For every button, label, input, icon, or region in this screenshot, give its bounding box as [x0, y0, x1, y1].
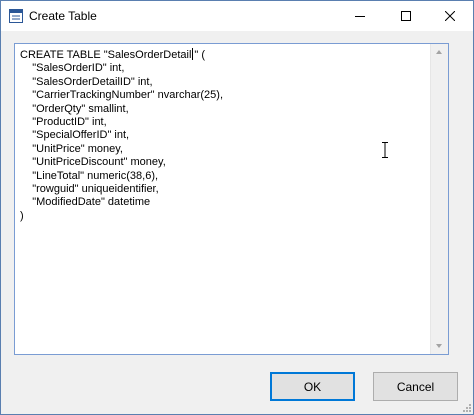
sql-text[interactable]: CREATE TABLE "SalesOrderDetail " ( "Sales… — [20, 48, 223, 223]
scroll-up-arrow-icon[interactable] — [436, 50, 442, 54]
app-icon — [9, 9, 23, 23]
cancel-button[interactable]: Cancel — [373, 372, 458, 401]
title-bar[interactable]: Create Table — [1, 1, 473, 31]
sql-text-before-caret: CREATE TABLE "SalesOrderDetail — [20, 49, 192, 61]
maximize-button[interactable] — [383, 1, 429, 31]
window-title: Create Table — [29, 9, 97, 23]
scroll-down-arrow-icon[interactable] — [436, 344, 442, 348]
minimize-button[interactable] — [337, 1, 383, 31]
close-icon — [445, 11, 455, 21]
sql-editor[interactable]: CREATE TABLE "SalesOrderDetail " ( "Sales… — [14, 43, 449, 355]
create-table-dialog: Create Table CREATE TABLE "SalesOrderDet… — [0, 0, 474, 415]
maximize-icon — [401, 11, 411, 21]
ibeam-cursor-icon — [382, 142, 388, 158]
ok-button[interactable]: OK — [270, 372, 355, 401]
close-button[interactable] — [427, 1, 473, 31]
minimize-icon — [355, 16, 365, 17]
sql-text-after-caret: " ( "SalesOrderID" int, "SalesOrderDetai… — [20, 49, 224, 222]
resize-grip-icon[interactable] — [461, 402, 471, 412]
vertical-scrollbar[interactable] — [430, 44, 448, 354]
